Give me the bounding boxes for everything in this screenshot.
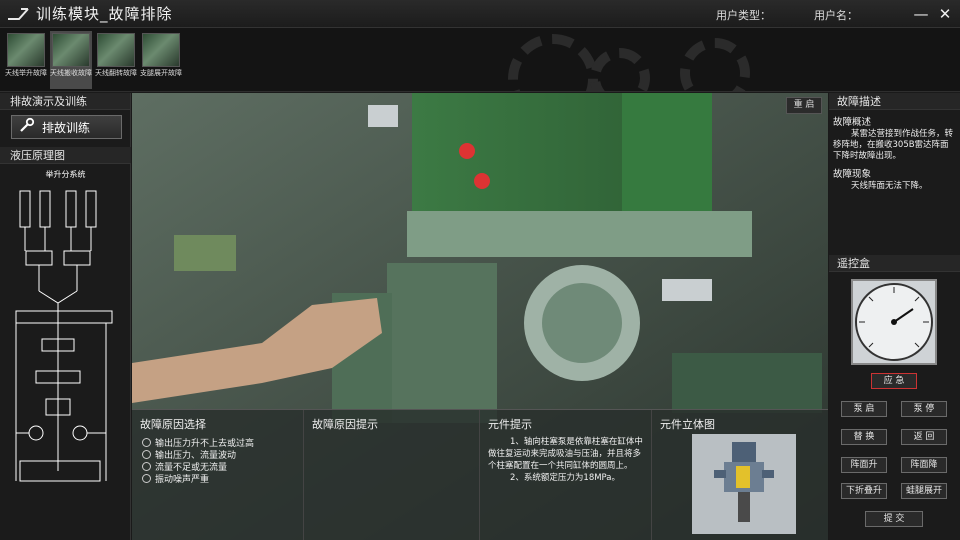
emergency-button[interactable]: 应 急	[871, 373, 917, 389]
pressure-gauge-icon	[851, 279, 937, 365]
cause-option[interactable]: 输出压力升不上去或过高	[140, 436, 295, 449]
module-thumbnail	[142, 33, 180, 67]
array-lower-button[interactable]: 阵面降	[901, 457, 947, 473]
cause-select-panel: 故障原因选择 输出压力升不上去或过高 输出压力、流量波动 流量不足或无流量 振动…	[132, 410, 304, 540]
fault-description-title: 故障描述	[829, 93, 960, 110]
user-name-label: 用户名：	[814, 9, 858, 22]
submit-button[interactable]: 提 交	[865, 511, 923, 527]
hydraulic-schematic	[15, 190, 113, 482]
module-antenna-flip[interactable]: 天线翻转故障	[95, 31, 137, 89]
cause-hint-panel: 故障原因提示	[304, 410, 480, 540]
module-label: 支腿展开故障	[140, 69, 182, 77]
component-view-panel: 元件立体图	[652, 410, 828, 540]
radio-icon	[142, 449, 151, 459]
train-button-label: 排故训练	[42, 120, 91, 135]
close-button[interactable]: ✕	[935, 4, 955, 24]
module-label: 天线翻转故障	[95, 69, 137, 77]
cause-option[interactable]: 振动噪声严重	[140, 472, 295, 485]
right-panel: 故障描述 故障概述 某雷达营接到作战任务，转移阵地，在搬收305B雷达阵面下降时…	[829, 93, 960, 540]
cause-option[interactable]: 输出压力、流量波动	[140, 448, 295, 461]
train-button[interactable]: 排故训练	[11, 115, 122, 139]
module-thumbnail	[52, 33, 90, 67]
module-label: 天线搬收故障	[50, 69, 92, 77]
component-view-title: 元件立体图	[660, 418, 715, 431]
demo-section-title: 排故演示及训练	[0, 93, 130, 110]
component-hint-text: 1、轴向柱塞泵是依靠柱塞在缸体中做往复运动来完成吸油与压油，并且将多个柱塞配置在…	[488, 437, 643, 471]
cause-hint-title: 故障原因提示	[312, 418, 378, 431]
fault-overview-label: 故障概述	[833, 117, 872, 128]
gear-decoration	[680, 38, 750, 91]
component-hint-text: 2、系统额定压力为18MPa。	[510, 473, 621, 483]
module-thumbnail	[97, 33, 135, 67]
pump-start-button[interactable]: 泵 启	[841, 401, 887, 417]
module-label: 天线举升故障	[5, 69, 47, 77]
array-raise-button[interactable]: 阵面升	[841, 457, 887, 473]
app-title: 训练模块_故障排除	[36, 5, 173, 23]
3d-viewport[interactable]: 重 启 故障原因选择 输出压力升不上去或过高 输出压力、流量波动 流量不足或无流…	[132, 93, 828, 540]
fault-phenomenon-text: 天线阵面无法下降。	[851, 181, 928, 191]
replace-button[interactable]: 替 换	[841, 429, 887, 445]
component-hint-title: 元件提示	[488, 418, 532, 431]
radio-icon	[142, 461, 151, 471]
left-panel: 排故演示及训练 排故训练 液压原理图 举升分系统	[0, 93, 131, 540]
module-bar: 天线举升故障 天线搬收故障 天线翻转故障 支腿展开故障	[0, 28, 960, 92]
gear-decoration	[590, 48, 650, 91]
wrench-icon	[12, 117, 42, 137]
cause-select-title: 故障原因选择	[140, 418, 206, 431]
minimize-button[interactable]: —	[911, 4, 931, 24]
component-3d-image	[692, 434, 796, 534]
module-leg-deploy[interactable]: 支腿展开故障	[140, 31, 182, 89]
reset-button[interactable]: 重 启	[786, 97, 822, 114]
pump-stop-button[interactable]: 泵 停	[901, 401, 947, 417]
remote-title: 遥控盒	[829, 255, 960, 272]
fault-overview-text: 某雷达营接到作战任务，转移阵地，在搬收305B雷达阵面下降时故障出现。	[833, 129, 954, 161]
module-antenna-lift[interactable]: 天线举升故障	[5, 31, 47, 89]
cause-option[interactable]: 流量不足或无流量	[140, 460, 295, 473]
radio-icon	[142, 473, 151, 483]
logo-icon	[0, 0, 36, 28]
bottom-info-panels: 故障原因选择 输出压力升不上去或过高 输出压力、流量波动 流量不足或无流量 振动…	[132, 409, 828, 540]
hydraulic-section-title: 液压原理图	[0, 147, 131, 164]
module-thumbnail	[7, 33, 45, 67]
lower-fold-raise-button[interactable]: 下折叠升	[841, 483, 887, 499]
return-button[interactable]: 返 回	[901, 429, 947, 445]
component-hint-panel: 元件提示 1、轴向柱塞泵是依靠柱塞在缸体中做往复运动来完成吸油与压油，并且将多个…	[480, 410, 652, 540]
frog-leg-deploy-button[interactable]: 蛙腿展开	[901, 483, 947, 499]
user-type-label: 用户类型：	[716, 9, 771, 22]
fault-phenomenon-label: 故障现象	[833, 169, 872, 180]
title-bar: 训练模块_故障排除 用户类型： 用户名： — ✕	[0, 0, 960, 28]
module-antenna-retract[interactable]: 天线搬收故障	[50, 31, 92, 89]
radio-icon	[142, 437, 151, 447]
gear-decoration	[508, 34, 598, 91]
